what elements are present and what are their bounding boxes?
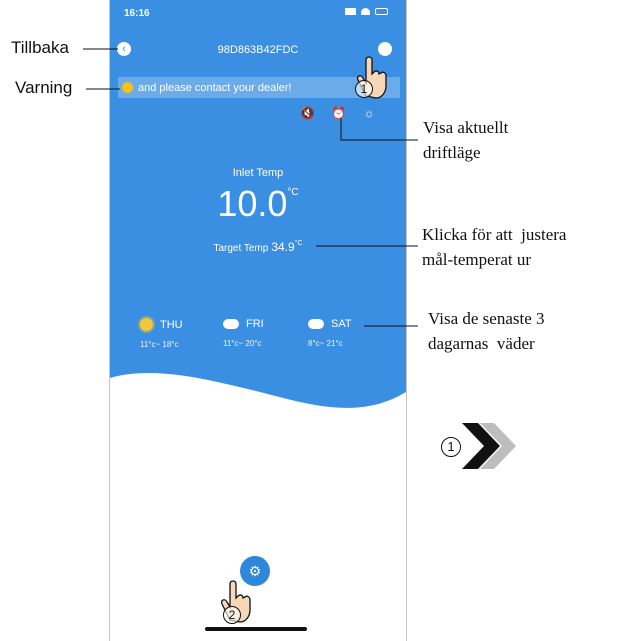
annotation-target-line1: Klicka för att justera bbox=[422, 225, 567, 244]
annotation-back: Tillbaka bbox=[11, 38, 69, 57]
next-chevrons-icon bbox=[462, 423, 516, 469]
annotation-mode-line2: driftläge bbox=[423, 143, 481, 162]
annotation-warning: Varning bbox=[15, 78, 73, 97]
step-1-side-marker: ①1 bbox=[441, 437, 461, 457]
annotation-weather-line1: Visa de senaste 3 bbox=[428, 309, 545, 328]
annotation-weather-line2: dagarnas väder bbox=[428, 334, 535, 353]
annotation-mode-line1: Visa aktuellt bbox=[423, 118, 509, 137]
annotation-target-line2: mål-temperat ur bbox=[422, 250, 532, 269]
